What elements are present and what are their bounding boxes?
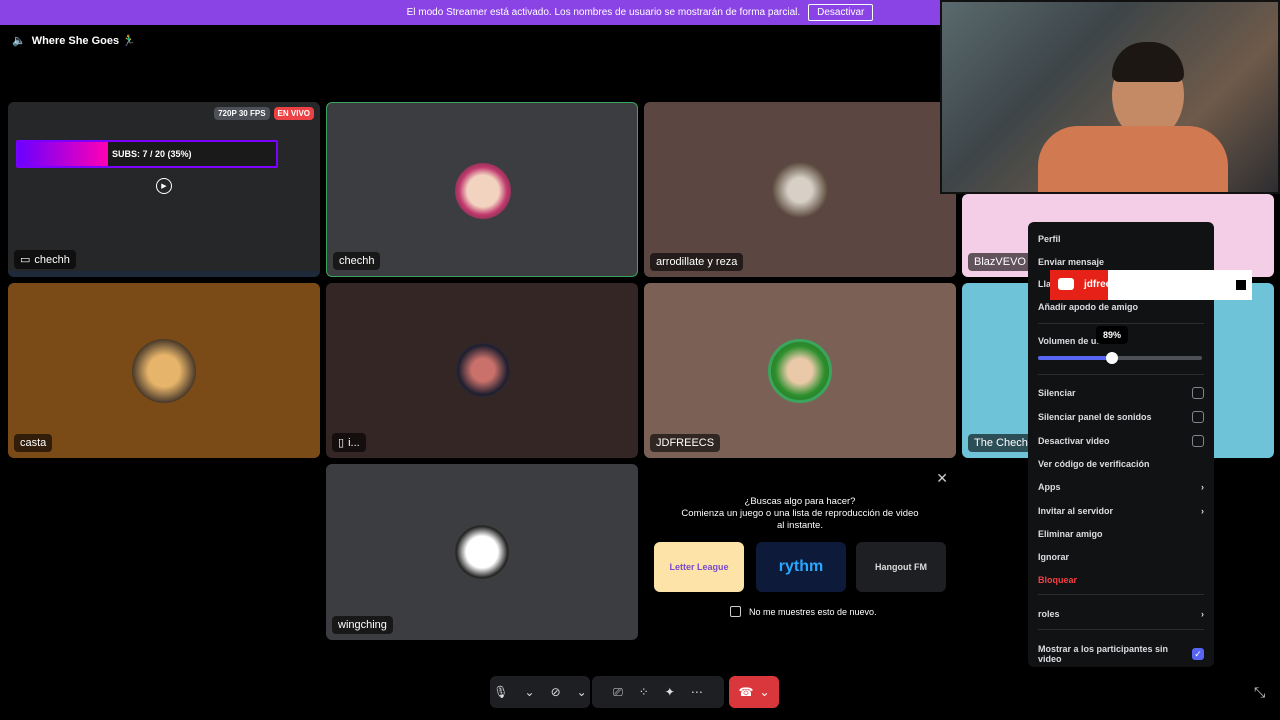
subs-progress-bar: SUBS: 7 / 20 (35%)	[16, 140, 278, 168]
stream-badges: 720P 30 FPS EN VIVO	[214, 107, 314, 120]
video-tile-chechh[interactable]: chechh	[326, 102, 638, 277]
volume-tooltip: 89%	[1096, 326, 1129, 344]
youtube-icon	[1058, 278, 1074, 290]
resolution-badge: 720P 30 FPS	[214, 107, 270, 120]
speaker-icon: 🔈	[12, 35, 26, 47]
divider	[1038, 374, 1204, 375]
avatar	[455, 163, 511, 219]
menu-ignore[interactable]: Ignorar	[1038, 552, 1204, 562]
subs-progress-fill	[18, 142, 108, 166]
menu-send-message[interactable]: Enviar mensaje	[1038, 257, 1204, 267]
chevron-down-icon[interactable]: ⌄	[519, 685, 541, 699]
activity-suggestions: ✕ ¿Buscas algo para hacer? Comienza un j…	[644, 464, 956, 640]
avatar	[456, 343, 510, 397]
avatar	[132, 339, 196, 403]
webcam-overlay	[940, 0, 1280, 194]
channel-header: 🔈 Where She Goes 🏃‍♂️	[12, 34, 136, 47]
microphone-icon[interactable]: 🎙	[487, 685, 514, 699]
activity-card-hangout-fm[interactable]: Hangout FM	[856, 542, 946, 592]
mobile-icon: ▯	[338, 437, 345, 449]
activity-card-letter-league[interactable]: Letter League	[654, 542, 744, 592]
avatar	[772, 162, 828, 218]
video-tile-mobile[interactable]: ▯ i...	[326, 283, 638, 458]
mute-checkbox[interactable]	[1192, 387, 1204, 399]
divider	[1038, 594, 1204, 595]
soundboard-icon[interactable]: ✦	[659, 685, 681, 699]
volume-slider-handle[interactable]	[1106, 352, 1118, 364]
divider	[1038, 629, 1204, 630]
end-call-button[interactable]: ☎ ⌄	[729, 676, 779, 708]
menu-add-nickname[interactable]: Añadir apodo de amigo	[1038, 302, 1204, 312]
chevron-down-icon[interactable]: ⌄	[571, 685, 593, 699]
screen-share-icon[interactable]: ⎚	[607, 685, 629, 700]
subs-progress-text: SUBS: 7 / 20 (35%)	[112, 149, 192, 159]
video-tile-casta[interactable]: casta	[8, 283, 320, 458]
youtube-overlay: jdfreecs	[1050, 270, 1252, 300]
tile-label: ▭ chechh	[14, 250, 76, 269]
video-tile-stream[interactable]: 720P 30 FPS EN VIVO SUBS: 7 / 20 (35%) ▶…	[8, 102, 320, 277]
chevron-right-icon: ›	[1201, 609, 1204, 619]
menu-disable-video[interactable]: Desactivar video	[1038, 435, 1204, 447]
video-tile-arrodillate[interactable]: arrodillate y reza	[644, 102, 956, 277]
menu-apps[interactable]: Apps ›	[1038, 482, 1204, 492]
fullscreen-icon[interactable]: ⤡	[1254, 684, 1265, 701]
tile-label: arrodillate y reza	[650, 253, 744, 271]
menu-invite-server[interactable]: Invitar al servidor ›	[1038, 506, 1204, 516]
close-icon[interactable]: ✕	[936, 470, 948, 487]
play-icon[interactable]: ▶	[156, 178, 172, 194]
menu-block[interactable]: Bloquear	[1038, 575, 1204, 585]
tile-label: wingching	[332, 616, 393, 634]
tile-label: chechh	[333, 252, 381, 270]
video-tile-wingching[interactable]: wingching	[326, 464, 638, 640]
menu-mute-soundboard[interactable]: Silenciar panel de sonidos	[1038, 411, 1204, 423]
video-tile-jdfreecs[interactable]: JDFREECS	[644, 283, 956, 458]
activity-card-rythm[interactable]: rythm	[756, 542, 846, 592]
disable-video-checkbox[interactable]	[1192, 435, 1204, 447]
avatar	[454, 524, 510, 580]
activities-icon[interactable]: ⁘	[633, 685, 655, 699]
activity-title: ¿Buscas algo para hacer? Comienza un jue…	[681, 496, 919, 531]
banner-text: El modo Streamer está activado. Los nomb…	[406, 7, 801, 18]
volume-slider[interactable]	[1038, 356, 1202, 360]
menu-remove-friend[interactable]: Eliminar amigo	[1038, 529, 1204, 539]
shirt	[1038, 126, 1228, 192]
dont-show-again[interactable]: No me muestres esto de nuevo.	[730, 606, 877, 617]
volume-slider-fill	[1038, 356, 1111, 360]
mute-soundboard-checkbox[interactable]	[1192, 411, 1204, 423]
taskbar	[8, 271, 320, 277]
disable-streamer-button[interactable]: Desactivar	[808, 4, 874, 21]
menu-roles[interactable]: roles ›	[1038, 609, 1204, 619]
youtube-channel-name: jdfreecs	[1084, 279, 1123, 290]
screen-share-icon: ▭	[20, 254, 31, 266]
avatar	[768, 339, 832, 403]
channel-name: Where She Goes 🏃‍♂️	[31, 35, 136, 47]
phone-hangup-icon: ☎	[738, 685, 754, 699]
dont-show-checkbox[interactable]	[730, 606, 741, 617]
activity-controls: ⎚ ⁘ ✦ ⋯	[592, 676, 724, 708]
menu-show-non-video[interactable]: Mostrar a los participantes sin video ✓	[1038, 644, 1204, 664]
hair	[1112, 42, 1184, 82]
tile-label: casta	[14, 434, 53, 452]
stop-icon	[1236, 280, 1246, 290]
divider	[1038, 323, 1204, 324]
menu-profile[interactable]: Perfil	[1038, 234, 1204, 244]
chevron-right-icon: ›	[1201, 482, 1204, 492]
show-non-video-checkbox[interactable]: ✓	[1192, 648, 1204, 660]
menu-mute[interactable]: Silenciar	[1038, 387, 1204, 399]
chevron-right-icon: ›	[1201, 506, 1204, 516]
tile-label: JDFREECS	[650, 434, 721, 452]
live-badge: EN VIVO	[273, 107, 314, 120]
tile-label: BlazVEVO	[968, 253, 1032, 271]
chevron-down-icon[interactable]: ⌄	[759, 685, 769, 699]
more-icon[interactable]: ⋯	[685, 685, 709, 699]
menu-verification-code[interactable]: Ver código de verificación	[1038, 459, 1204, 469]
camera-off-icon[interactable]: ⊘	[545, 685, 567, 699]
tile-label: ▯ i...	[332, 433, 366, 452]
mic-camera-controls: 🎙 ⌄ ⊘ ⌄	[490, 676, 590, 708]
